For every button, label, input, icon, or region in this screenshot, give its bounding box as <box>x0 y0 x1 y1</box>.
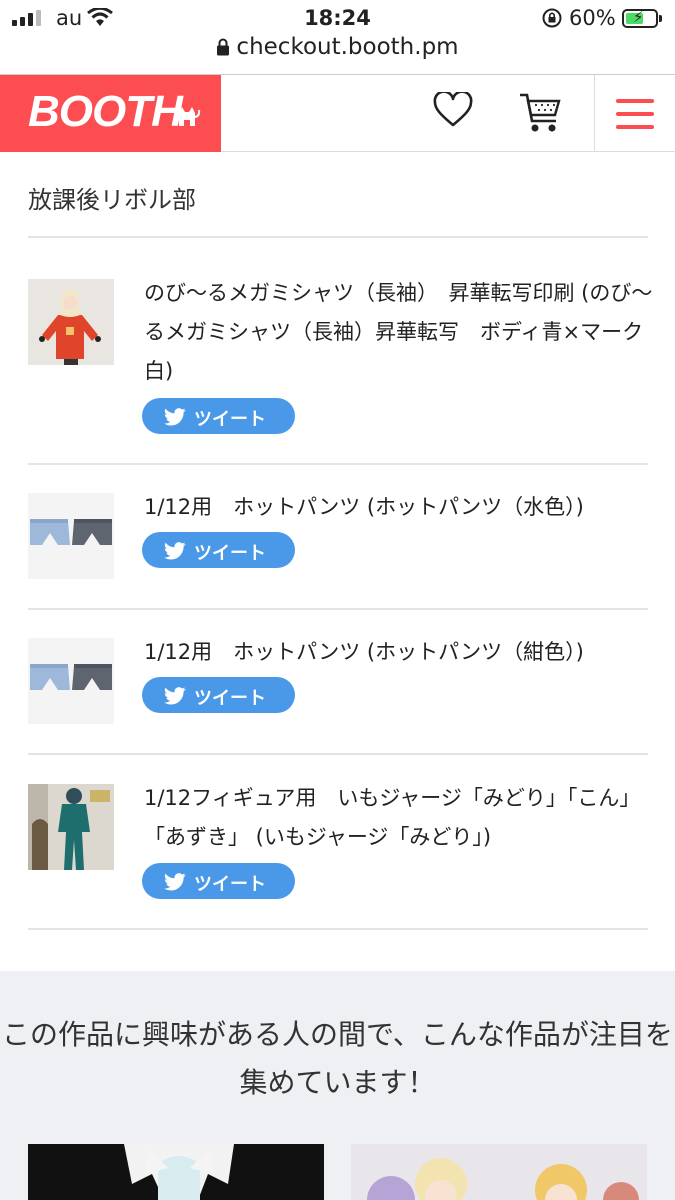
twitter-bird-icon <box>164 542 186 560</box>
url-text: checkout.booth.pm <box>236 34 459 60</box>
divider <box>28 928 648 930</box>
header-divider <box>594 75 595 152</box>
twitter-bird-icon <box>164 687 186 705</box>
item-title[interactable]: 1/12用 ホットパンツ (ホットパンツ（水色）) <box>144 488 654 527</box>
divider <box>28 608 648 610</box>
recommended-item-card[interactable] <box>351 1144 647 1200</box>
divider <box>28 236 648 238</box>
tweet-label: ツイート <box>194 409 266 429</box>
tweet-button[interactable]: ツイート <box>142 532 295 568</box>
logo-mascot-icon <box>179 107 201 126</box>
recommendation-heading: この作品に興味がある人の間で、こんな作品が注目を集めています！ <box>2 1018 673 1099</box>
tweet-button[interactable]: ツイート <box>142 863 295 899</box>
tweet-button[interactable]: ツイート <box>142 398 295 434</box>
divider <box>28 463 648 465</box>
tweet-label: ツイート <box>194 874 266 894</box>
lock-icon <box>216 36 230 62</box>
recommended-item-card[interactable] <box>28 1144 324 1200</box>
booth-logo[interactable]: BOOTH <box>0 75 221 152</box>
logo-text: BOOTH <box>28 87 183 136</box>
menu-icon[interactable] <box>616 99 654 138</box>
divider <box>28 753 648 755</box>
site-header: BOOTH <box>0 74 675 152</box>
twitter-bird-icon <box>164 873 186 891</box>
shop-name[interactable]: 放課後リボル部 <box>28 180 196 215</box>
orientation-lock-icon <box>541 7 563 34</box>
battery-percent: 60% <box>569 6 616 30</box>
item-thumbnail[interactable] <box>28 784 114 870</box>
item-title[interactable]: 1/12用 ホットパンツ (ホットパンツ（紺色）) <box>144 633 654 672</box>
list-item: 1/12フィギュア用 いもジャージ「みどり」「こん」「あずき」 (いもジャージ「… <box>28 779 648 909</box>
twitter-bird-icon <box>164 408 186 426</box>
item-thumbnail[interactable] <box>28 493 114 579</box>
list-item: 1/12用 ホットパンツ (ホットパンツ（紺色）) ツイート <box>28 633 648 743</box>
address-bar[interactable]: checkout.booth.pm <box>0 34 675 62</box>
battery-icon: ⚡ <box>622 8 662 28</box>
cart-icon[interactable] <box>518 91 562 139</box>
tweet-label: ツイート <box>194 543 266 563</box>
list-item: 1/12用 ホットパンツ (ホットパンツ（水色）) ツイート <box>28 488 648 598</box>
tweet-button[interactable]: ツイート <box>142 677 295 713</box>
list-item: のび〜るメガミシャツ（長袖） 昇華転写印刷 (のび〜るメガミシャツ（長袖）昇華転… <box>28 274 652 444</box>
favorites-heart-icon[interactable] <box>433 90 473 132</box>
item-thumbnail[interactable] <box>28 638 114 724</box>
status-bar: au 18:24 60% ⚡ <box>0 0 675 38</box>
tweet-label: ツイート <box>194 688 266 708</box>
item-title[interactable]: 1/12フィギュア用 いもジャージ「みどり」「こん」「あずき」 (いもジャージ「… <box>144 779 654 857</box>
item-title[interactable]: のび〜るメガミシャツ（長袖） 昇華転写印刷 (のび〜るメガミシャツ（長袖）昇華転… <box>144 274 654 391</box>
item-thumbnail[interactable] <box>28 279 114 365</box>
